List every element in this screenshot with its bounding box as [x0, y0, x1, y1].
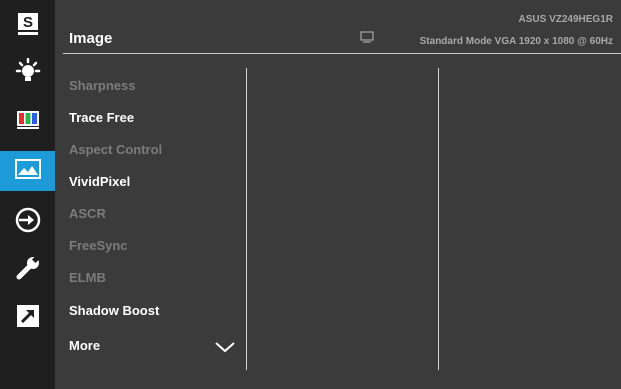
chevron-down-icon[interactable] [214, 340, 236, 359]
splendid-icon: S [16, 12, 40, 41]
sidebar-item-shortcut[interactable] [0, 302, 55, 334]
osd-panel: S Image ASUS VZ249HEG1R Standard Mode VG… [0, 0, 621, 389]
sidebar-item-input[interactable] [0, 206, 55, 238]
sidebar-item-system-setup[interactable] [0, 254, 55, 286]
input-select-icon [14, 206, 42, 239]
menu-item-more[interactable]: More [69, 338, 100, 353]
shortcut-icon [16, 304, 40, 333]
color-icon [16, 110, 40, 135]
image-icon [14, 158, 41, 184]
svg-text:S: S [22, 14, 32, 31]
monitor-icon [360, 30, 374, 48]
menu-item-aspect-control[interactable]: Aspect Control [69, 142, 162, 157]
header-divider [63, 53, 621, 54]
sidebar-item-image[interactable] [0, 151, 55, 191]
menu-item-sharpness[interactable]: Sharpness [69, 78, 135, 93]
blue-light-icon [14, 57, 42, 91]
column-divider [438, 68, 439, 370]
menu-item-elmb[interactable]: ELMB [69, 270, 106, 285]
menu-item-ascr[interactable]: ASCR [69, 206, 106, 221]
menu-item-trace-free[interactable]: Trace Free [69, 110, 134, 125]
model-name: ASUS VZ249HEG1R [518, 14, 613, 25]
menu-item-shadow-boost[interactable]: Shadow Boost [69, 303, 159, 318]
sidebar-item-blue-light[interactable] [0, 57, 55, 91]
sidebar-item-splendid[interactable]: S [0, 10, 55, 42]
menu-item-vividpixel[interactable]: VividPixel [69, 174, 130, 189]
mode-info: Standard Mode VGA 1920 x 1080 @ 60Hz [419, 36, 613, 47]
system-setup-icon [14, 254, 42, 287]
sidebar-item-color[interactable] [0, 106, 55, 138]
page-title: Image [69, 30, 113, 47]
sidebar: S [0, 0, 55, 389]
column-divider [246, 68, 247, 370]
menu-item-freesync[interactable]: FreeSync [69, 238, 128, 253]
